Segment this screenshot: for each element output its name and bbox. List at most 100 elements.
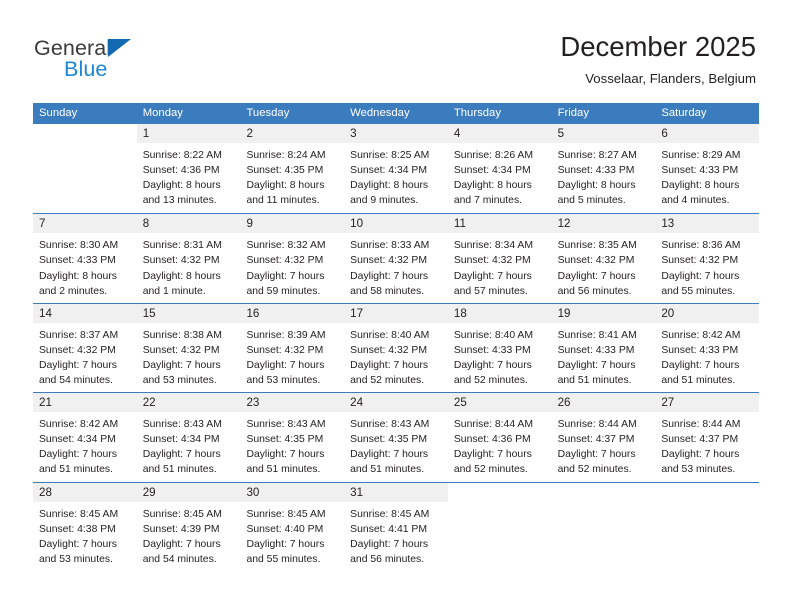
day-detail-line: Daylight: 7 hours [453,449,532,461]
calendar-day-cell[interactable]: 28 Sunrise: 8:45 AM Sunset: 4:38 PM Dayligh… [33,482,137,571]
day-detail-line: Sunset: 4:35 PM [246,165,324,177]
day-detail-line: Daylight: 7 hours [350,538,429,550]
day-detail-line: Sunrise: 8:45 AM [39,508,119,520]
weekday-header-tuesday: Tuesday [246,107,290,119]
day-details: Sunrise: 8:43 AM Sunset: 4:35 PM Daylight:… [344,412,448,477]
day-detail-line: Sunset: 4:39 PM [142,523,220,535]
calendar-day-cell[interactable]: 14 Sunrise: 8:37 AM Sunset: 4:32 PM Dayligh… [33,303,137,393]
calendar-week-row: 7 Sunrise: 8:30 AM Sunset: 4:33 PM Daylight… [33,213,760,303]
calendar-day-cell[interactable]: 30 Sunrise: 8:45 AM Sunset: 4:40 PM Dayligh… [240,482,345,571]
calendar-day-cell[interactable]: 16 Sunrise: 8:39 AM Sunset: 4:32 PM Dayligh… [240,303,345,393]
day-detail-line: Sunrise: 8:45 AM [246,508,326,520]
day-details: Sunrise: 8:45 AM Sunset: 4:41 PM Daylight:… [344,502,448,567]
calendar-day-cell[interactable]: 3 Sunrise: 8:25 AM Sunset: 4:34 PM Daylight… [344,124,448,214]
day-details: Sunrise: 8:43 AM Sunset: 4:34 PM Daylight:… [137,412,241,477]
day-details: Sunrise: 8:26 AM Sunset: 4:34 PM Daylight:… [448,143,552,208]
calendar-day-cell[interactable]: 22 Sunrise: 8:43 AM Sunset: 4:34 PM Dayligh… [136,393,241,482]
day-detail-line: Sunrise: 8:36 AM [661,240,741,252]
calendar-day-cell[interactable]: 11 Sunrise: 8:34 AM Sunset: 4:32 PM Dayligh… [447,214,552,303]
day-details: Sunrise: 8:31 AM Sunset: 4:32 PM Daylight:… [137,233,241,298]
day-detail-line: Sunset: 4:32 PM [453,255,531,267]
day-number-band: 30 [240,482,345,502]
day-detail-line: Sunset: 4:33 PM [453,344,531,356]
calendar-day-cell[interactable]: 7 Sunrise: 8:30 AM Sunset: 4:33 PM Daylight… [33,214,137,303]
day-detail-line: Sunrise: 8:44 AM [453,419,534,431]
calendar-day-cell[interactable]: 12 Sunrise: 8:35 AM Sunset: 4:32 PM Dayligh… [551,214,656,303]
calendar-day-cell[interactable]: 18 Sunrise: 8:40 AM Sunset: 4:33 PM Dayligh… [447,303,552,393]
day-number: 9 [246,217,253,231]
day-number-band: 6 [655,124,760,143]
day-number: 15 [142,306,156,320]
day-detail-line: Daylight: 7 hours [350,270,429,282]
day-number-band: 1 [136,124,241,143]
day-number-band: 7 [33,214,137,234]
day-number: 22 [142,396,156,410]
calendar-day-cell[interactable]: 23 Sunrise: 8:43 AM Sunset: 4:35 PM Dayligh… [240,393,345,482]
calendar-day-cell[interactable]: 20 Sunrise: 8:42 AM Sunset: 4:33 PM Dayligh… [655,303,760,393]
day-detail-line: and 13 minutes. [142,195,217,207]
calendar-day-cell[interactable]: 8 Sunrise: 8:31 AM Sunset: 4:32 PM Daylight… [136,214,241,303]
calendar-day-cell[interactable]: 21 Sunrise: 8:42 AM Sunset: 4:34 PM Dayligh… [33,393,137,482]
day-detail-line: Sunrise: 8:44 AM [557,419,637,431]
calendar-cell-empty [33,124,137,214]
day-number: 21 [39,396,52,410]
day-number: 7 [39,217,46,231]
day-detail-line: Sunrise: 8:27 AM [557,150,637,161]
calendar-day-cell[interactable]: 24 Sunrise: 8:43 AM Sunset: 4:35 PM Dayligh… [344,393,448,482]
day-detail-line: and 52 minutes. [453,375,528,387]
calendar-day-cell[interactable]: 1 Sunrise: 8:22 AM Sunset: 4:36 PM Daylight… [136,124,241,214]
day-detail-line: and 52 minutes. [453,464,528,476]
calendar-cell-empty [551,482,656,571]
day-number-band: 13 [655,214,760,234]
day-detail-line: Sunrise: 8:29 AM [661,150,741,161]
day-detail-line: Sunrise: 8:39 AM [246,329,326,341]
calendar-day-cell[interactable]: 5 Sunrise: 8:27 AM Sunset: 4:33 PM Daylight… [551,124,656,214]
day-number-band: 25 [447,393,552,413]
day-details: Sunrise: 8:42 AM Sunset: 4:33 PM Daylight:… [655,323,759,388]
day-detail-line: Sunrise: 8:44 AM [661,419,741,431]
day-number: 20 [661,306,675,320]
day-number-band: 12 [551,214,656,234]
day-detail-line: Daylight: 8 hours [661,180,740,192]
day-number-band: 22 [136,393,241,413]
day-details [655,502,759,507]
day-number: 19 [557,306,571,320]
calendar-day-cell[interactable]: 15 Sunrise: 8:38 AM Sunset: 4:32 PM Dayligh… [136,303,241,393]
day-detail-line: and 55 minutes. [246,553,321,565]
day-detail-line: Daylight: 7 hours [39,538,117,550]
calendar-day-cell[interactable]: 19 Sunrise: 8:41 AM Sunset: 4:33 PM Dayligh… [551,303,656,393]
day-number-band: 8 [136,214,241,234]
day-number-band: 20 [655,303,760,323]
day-detail-line: Sunset: 4:32 PM [39,344,116,356]
day-detail-line: Sunset: 4:34 PM [350,165,427,177]
calendar-day-cell[interactable]: 6 Sunrise: 8:29 AM Sunset: 4:33 PM Daylight… [655,124,760,214]
day-detail-line: Daylight: 7 hours [350,449,429,461]
day-number: 28 [39,485,52,499]
day-number-band: 24 [344,393,448,413]
calendar-day-cell[interactable]: 17 Sunrise: 8:40 AM Sunset: 4:32 PM Dayligh… [344,303,448,393]
day-detail-line: and 4 minutes. [661,195,730,207]
day-details [448,502,552,507]
calendar-day-cell[interactable]: 10 Sunrise: 8:33 AM Sunset: 4:32 PM Dayligh… [344,214,448,303]
day-detail-line: Sunrise: 8:25 AM [350,150,430,161]
calendar-week-row: 28 Sunrise: 8:45 AM Sunset: 4:38 PM Dayligh… [33,481,760,571]
day-detail-line: Daylight: 7 hours [142,538,221,550]
calendar-day-cell[interactable]: 29 Sunrise: 8:45 AM Sunset: 4:39 PM Dayligh… [136,482,241,571]
day-details: Sunrise: 8:37 AM Sunset: 4:32 PM Daylight:… [33,323,137,388]
day-number-band [447,482,552,502]
day-number-band: 19 [551,303,656,323]
day-detail-line: Daylight: 7 hours [39,359,117,371]
day-number: 6 [661,127,668,140]
day-number-band: 2 [240,124,345,143]
calendar-day-cell[interactable]: 25 Sunrise: 8:44 AM Sunset: 4:36 PM Dayligh… [447,393,552,482]
calendar-day-cell[interactable]: 9 Sunrise: 8:32 AM Sunset: 4:32 PM Daylight… [240,214,345,303]
calendar-day-cell[interactable]: 31 Sunrise: 8:45 AM Sunset: 4:41 PM Dayligh… [344,482,448,571]
day-number-band: 14 [33,303,137,323]
calendar-page: General Blue December 2025 Vosselaar, Fl… [0,0,792,612]
calendar-day-cell[interactable]: 27 Sunrise: 8:44 AM Sunset: 4:37 PM Dayligh… [655,393,760,482]
calendar-day-cell[interactable]: 13 Sunrise: 8:36 AM Sunset: 4:32 PM Dayligh… [655,214,760,303]
calendar-day-cell[interactable]: 2 Sunrise: 8:24 AM Sunset: 4:35 PM Daylight… [240,124,345,214]
calendar-day-cell[interactable]: 26 Sunrise: 8:44 AM Sunset: 4:37 PM Dayligh… [551,393,656,482]
calendar-day-cell[interactable]: 4 Sunrise: 8:26 AM Sunset: 4:34 PM Daylight… [447,124,552,214]
day-detail-line: Sunset: 4:32 PM [350,344,427,356]
